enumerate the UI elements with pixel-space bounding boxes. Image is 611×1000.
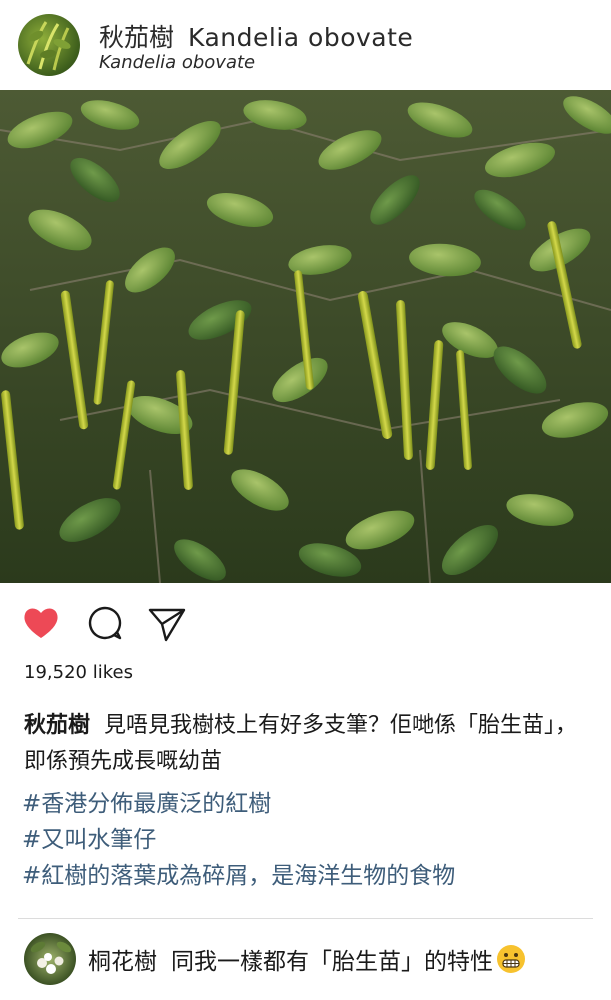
divider (18, 918, 593, 919)
profile-name-zh: 秋茄樹 (99, 23, 175, 52)
send-icon[interactable] (146, 602, 188, 644)
profile-name-latin: Kandelia obovate (188, 23, 414, 52)
profile-avatar[interactable] (18, 14, 80, 76)
profile-subtitle: Kandelia obovate (99, 52, 256, 73)
caption-username[interactable]: 秋茄樹 (24, 713, 90, 738)
grimacing-face-emoji (497, 945, 525, 973)
comment-icon[interactable] (84, 602, 126, 644)
hashtag[interactable]: #紅樹的落葉成為碎屑，是海洋生物的食物 (22, 858, 602, 894)
action-bar (0, 600, 611, 650)
post-caption: 秋茄樹 見唔見我樹枝上有好多支筆？佢哋係「胎生苗」，即係預先成長嘅幼苗 (24, 708, 584, 780)
comment-avatar[interactable] (24, 933, 76, 985)
profile-name[interactable]: 秋茄樹 Kandelia obovate (99, 18, 413, 54)
like-count[interactable]: 19,520 likes (24, 662, 133, 683)
comment-text: 同我一樣都有「胎生苗」的特性 (171, 949, 493, 975)
hashtag[interactable]: #又叫水筆仔 (22, 822, 602, 858)
hashtag[interactable]: #香港分佈最廣泛的紅樹 (22, 786, 602, 822)
hashtag-list: #香港分佈最廣泛的紅樹 #又叫水筆仔 #紅樹的落葉成為碎屑，是海洋生物的食物 (22, 786, 602, 894)
comment-username[interactable]: 桐花樹 (88, 949, 157, 975)
comment: 桐花樹 同我一樣都有「胎生苗」的特性 (88, 942, 525, 976)
post-photo[interactable] (0, 90, 611, 583)
post-header: 秋茄樹 Kandelia obovate Kandelia obovate (0, 0, 611, 90)
heart-icon[interactable] (20, 602, 62, 644)
caption-text: 見唔見我樹枝上有好多支筆？佢哋係「胎生苗」，即係預先成長嘅幼苗 (24, 713, 578, 774)
